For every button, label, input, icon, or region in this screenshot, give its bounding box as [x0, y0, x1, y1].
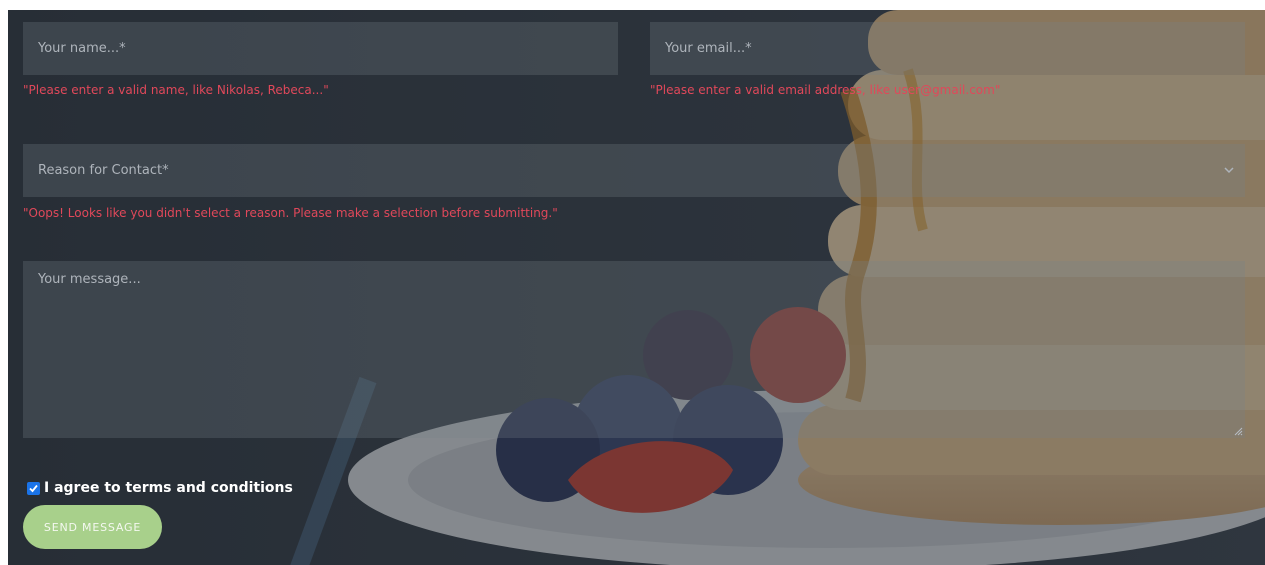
- terms-label: I agree to terms and conditions: [44, 480, 293, 496]
- checkmark-icon: [29, 484, 38, 492]
- terms-checkbox[interactable]: [27, 481, 40, 495]
- resize-handle-icon[interactable]: [1233, 426, 1243, 436]
- name-placeholder: Your name...*: [38, 41, 126, 56]
- contact-form-section: Your name...* "Please enter a valid name…: [8, 10, 1265, 565]
- reason-selected-value: Reason for Contact*: [38, 163, 169, 178]
- reason-error-message: "Oops! Looks like you didn't select a re…: [23, 206, 558, 220]
- send-message-button[interactable]: SEND MESSAGE: [23, 505, 162, 549]
- reason-select[interactable]: Reason for Contact*: [23, 144, 1245, 197]
- terms-agreement[interactable]: I agree to terms and conditions: [27, 480, 293, 496]
- name-input[interactable]: Your name...*: [23, 22, 618, 75]
- message-placeholder: Your message...: [38, 272, 141, 287]
- name-error-message: "Please enter a valid name, like Nikolas…: [23, 83, 329, 97]
- message-textarea[interactable]: Your message...: [23, 261, 1245, 438]
- email-error-message: "Please enter a valid email address, lik…: [650, 83, 1001, 97]
- chevron-down-icon: [1224, 167, 1234, 174]
- email-placeholder: Your email...*: [665, 41, 752, 56]
- email-input[interactable]: Your email...*: [650, 22, 1245, 75]
